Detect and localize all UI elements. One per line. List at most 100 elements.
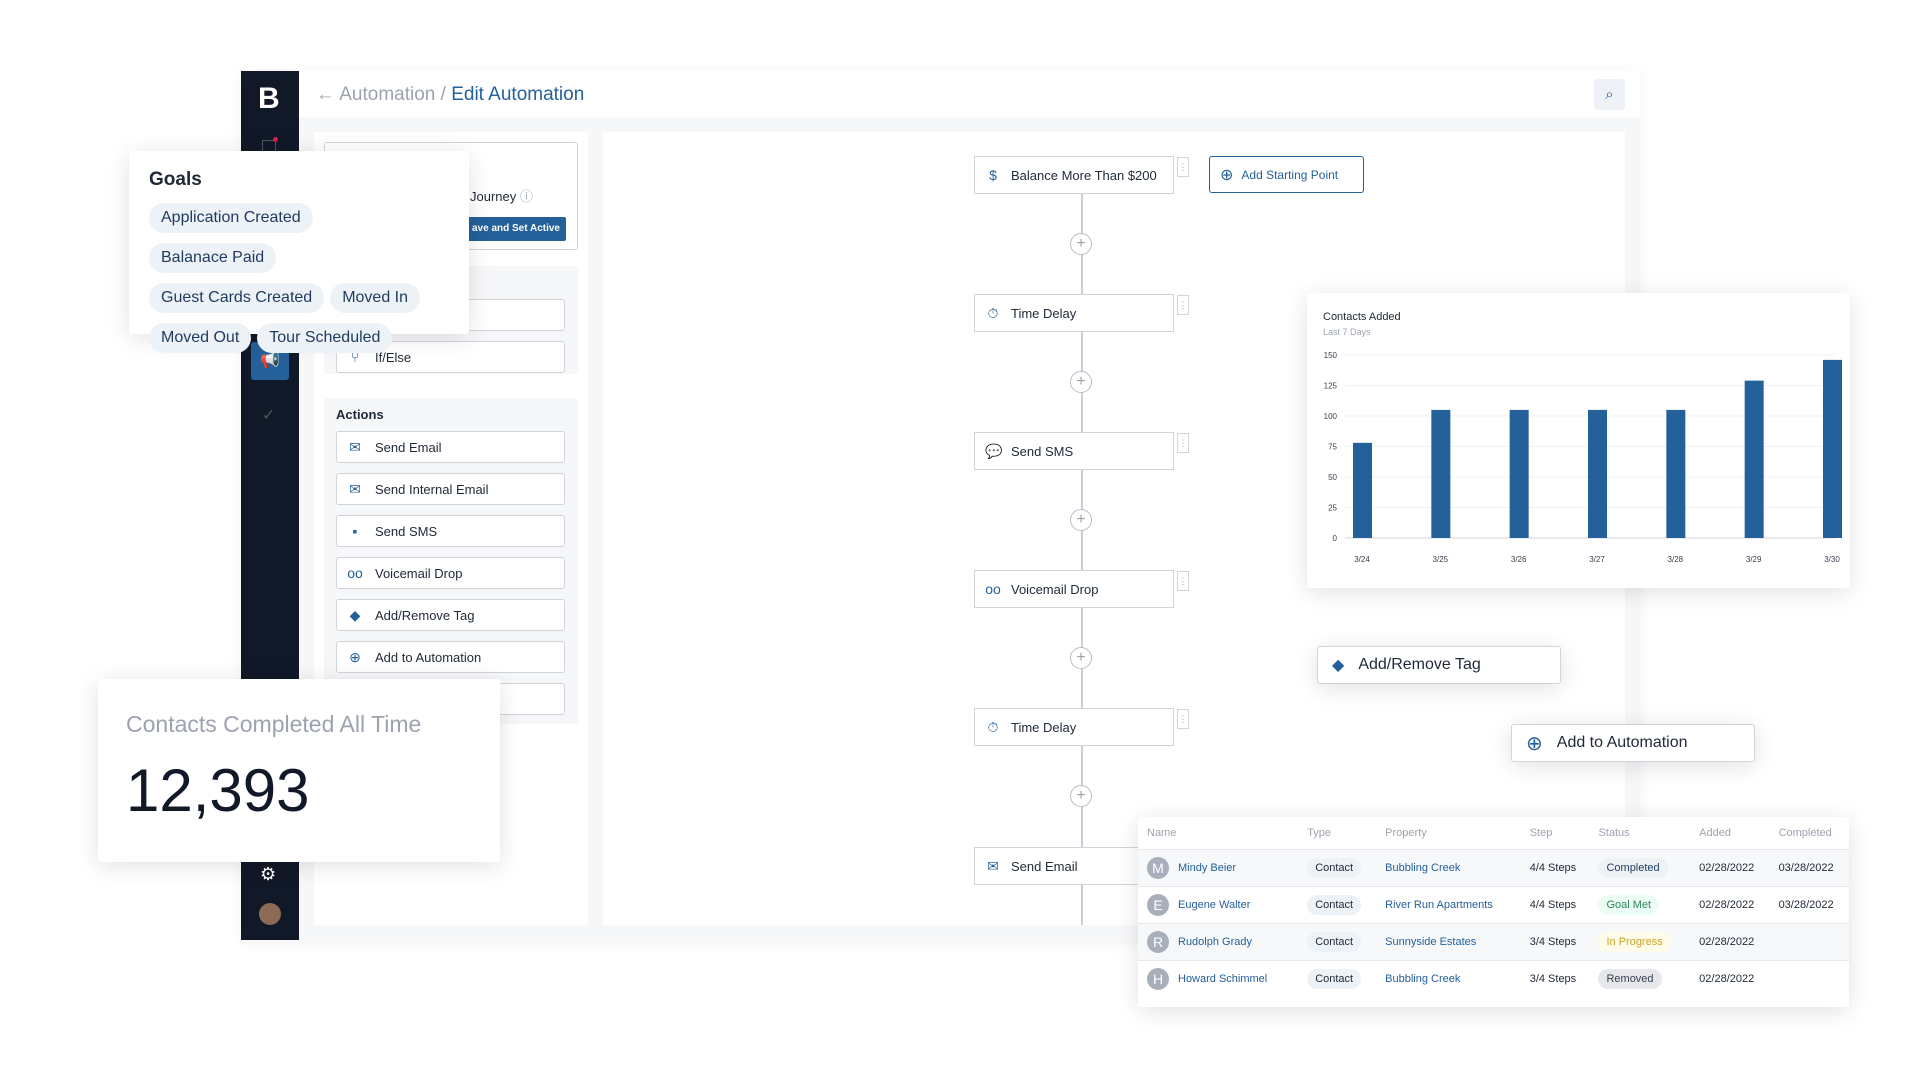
y-tick-label: 100 xyxy=(1324,412,1338,421)
plus-circle-icon: ⊕ xyxy=(1220,166,1234,184)
type-badge: Contact xyxy=(1307,968,1362,989)
contact-name-link[interactable]: Howard Schimmel xyxy=(1178,973,1267,985)
search-button[interactable]: ⌕ xyxy=(1594,79,1625,110)
property-link[interactable]: Bubbling Creek xyxy=(1385,862,1460,874)
flow-node[interactable]: ✉ Send Email xyxy=(974,847,1139,885)
breadcrumb-parent[interactable]: Automation xyxy=(339,84,435,105)
goal-chip[interactable]: Moved In xyxy=(330,283,420,313)
x-tick-label: 3/29 xyxy=(1746,555,1762,564)
step-cell: 4/4 Steps xyxy=(1520,848,1590,886)
status-badge: Removed xyxy=(1598,968,1662,989)
column-header[interactable]: Completed xyxy=(1770,817,1849,849)
item-label: Send SMS xyxy=(375,523,438,539)
goals-title: Goals xyxy=(149,169,202,190)
column-header[interactable]: Added xyxy=(1690,817,1769,849)
table-row[interactable]: M Mindy Beier Contact Bubbling Creek 4/4 Ste… xyxy=(1138,848,1849,886)
table-row[interactable]: R Rudolph Grady Contact Sunnyside Estates 3/… xyxy=(1138,922,1849,960)
column-header[interactable]: Type xyxy=(1298,817,1376,849)
action-item[interactable]: ✉ Send Email xyxy=(336,431,565,463)
flow-node[interactable]: oo Voicemail Drop xyxy=(974,570,1174,608)
node-menu-icon[interactable]: ⋮ xyxy=(1177,571,1189,591)
journey-label: Journey ⓘ xyxy=(470,189,533,204)
voicemail-icon: oo xyxy=(347,565,363,581)
flow-node[interactable]: 💬 Send SMS xyxy=(974,432,1174,470)
node-icon: ⏱ xyxy=(987,718,999,735)
goal-chip[interactable]: Application Created xyxy=(149,203,313,233)
status-badge: Goal Met xyxy=(1598,894,1660,915)
table-row[interactable]: H Howard Schimmel Contact Bubbling Creek 3/4… xyxy=(1138,959,1849,997)
add-step-button[interactable]: + xyxy=(1070,233,1092,255)
item-label: Send Email xyxy=(375,439,442,455)
bar xyxy=(1431,409,1451,538)
add-starting-point-button[interactable]: ⊕ Add Starting Point xyxy=(1209,156,1364,193)
back-arrow-icon[interactable]: ← xyxy=(316,84,335,105)
y-tick-label: 0 xyxy=(1333,534,1338,543)
node-menu-icon[interactable]: ⋮ xyxy=(1177,157,1189,177)
button-label: Add/Remove Tag xyxy=(1358,656,1481,673)
button-label: Add Starting Point xyxy=(1241,167,1339,182)
contact-name-link[interactable]: Rudolph Grady xyxy=(1178,935,1252,947)
node-icon: ⏱ xyxy=(987,304,999,321)
add-step-button[interactable]: + xyxy=(1070,785,1092,807)
item-label: Voicemail Drop xyxy=(375,565,463,581)
mail-filled-icon: ✉ xyxy=(349,438,361,455)
action-item[interactable]: ◆ Add/Remove Tag xyxy=(336,599,565,631)
goal-chip[interactable]: Tour Scheduled xyxy=(257,323,393,353)
property-link[interactable]: Sunnyside Estates xyxy=(1385,936,1476,948)
goal-chip[interactable]: Guest Cards Created xyxy=(149,283,325,313)
y-tick-label: 25 xyxy=(1328,504,1337,513)
bar xyxy=(1509,409,1529,538)
plus-circle-icon: ⊕ xyxy=(349,648,361,665)
contact-name-link[interactable]: Eugene Walter xyxy=(1178,898,1250,910)
status-badge: Completed xyxy=(1598,857,1668,878)
completed-cell xyxy=(1769,922,1849,960)
add-to-automation-button[interactable]: ⊕ Add to Automation xyxy=(1511,724,1755,762)
stat-value: 12,393 xyxy=(126,757,310,824)
goals-card: Goals Application Created Balanace Paid Gu… xyxy=(129,151,469,353)
action-item[interactable]: ✉ Send Internal Email xyxy=(336,473,565,505)
add-remove-tag-button[interactable]: ◆ Add/Remove Tag xyxy=(1317,646,1561,684)
check-add-icon[interactable]: ✓ xyxy=(262,405,275,425)
node-menu-icon[interactable]: ⋮ xyxy=(1177,433,1189,453)
flow-node[interactable]: ⏱ Time Delay xyxy=(974,708,1174,746)
y-tick-label: 150 xyxy=(1324,351,1338,360)
bar xyxy=(1353,442,1372,538)
action-item[interactable]: ▪ Send SMS xyxy=(336,515,565,547)
y-tick-label: 125 xyxy=(1324,382,1338,391)
info-icon[interactable]: ⓘ xyxy=(520,189,533,204)
step-cell: 3/4 Steps xyxy=(1520,922,1590,960)
mail-outline-icon: ✉ xyxy=(349,480,361,497)
column-header[interactable]: Step xyxy=(1521,817,1590,849)
action-item[interactable]: oo Voicemail Drop xyxy=(336,557,565,589)
flow-node[interactable]: ⏱ Time Delay xyxy=(974,294,1174,332)
add-step-button[interactable]: + xyxy=(1070,371,1092,393)
contact-name-link[interactable]: Mindy Beier xyxy=(1178,861,1236,873)
property-link[interactable]: River Run Apartments xyxy=(1385,899,1493,911)
table-row[interactable]: E Eugene Walter Contact River Run Apartment… xyxy=(1138,885,1849,923)
sms-icon: ▪ xyxy=(352,523,358,539)
goal-chip[interactable]: Moved Out xyxy=(149,323,252,353)
step-cell: 3/4 Steps xyxy=(1520,959,1590,997)
completed-cell: 03/28/2022 xyxy=(1769,848,1849,886)
gear-icon[interactable]: ⚙ xyxy=(260,864,276,885)
added-cell: 02/28/2022 xyxy=(1690,922,1770,960)
column-header[interactable]: Status xyxy=(1589,817,1690,849)
column-header[interactable]: Property xyxy=(1376,817,1521,849)
button-label: Add to Automation xyxy=(1556,734,1688,751)
property-link[interactable]: Bubbling Creek xyxy=(1385,973,1460,985)
bar xyxy=(1588,409,1607,538)
completed-cell: 03/28/2022 xyxy=(1769,885,1849,923)
added-cell: 02/28/2022 xyxy=(1690,848,1770,886)
column-header[interactable]: Name xyxy=(1138,817,1298,849)
node-menu-icon[interactable]: ⋮ xyxy=(1177,295,1189,315)
add-step-button[interactable]: + xyxy=(1070,509,1092,531)
flow-node[interactable]: $ Balance More Than $200 xyxy=(974,156,1174,194)
save-and-set-active-button[interactable]: ave and Set Active xyxy=(460,217,566,241)
node-menu-icon[interactable]: ⋮ xyxy=(1177,709,1189,729)
avatar[interactable] xyxy=(259,903,281,925)
goal-chip[interactable]: Balanace Paid xyxy=(149,243,277,273)
node-icon: $ xyxy=(989,167,997,183)
action-item[interactable]: ⊕ Add to Automation xyxy=(336,641,565,673)
node-label: Time Delay xyxy=(1011,719,1077,735)
add-step-button[interactable]: + xyxy=(1070,647,1092,669)
